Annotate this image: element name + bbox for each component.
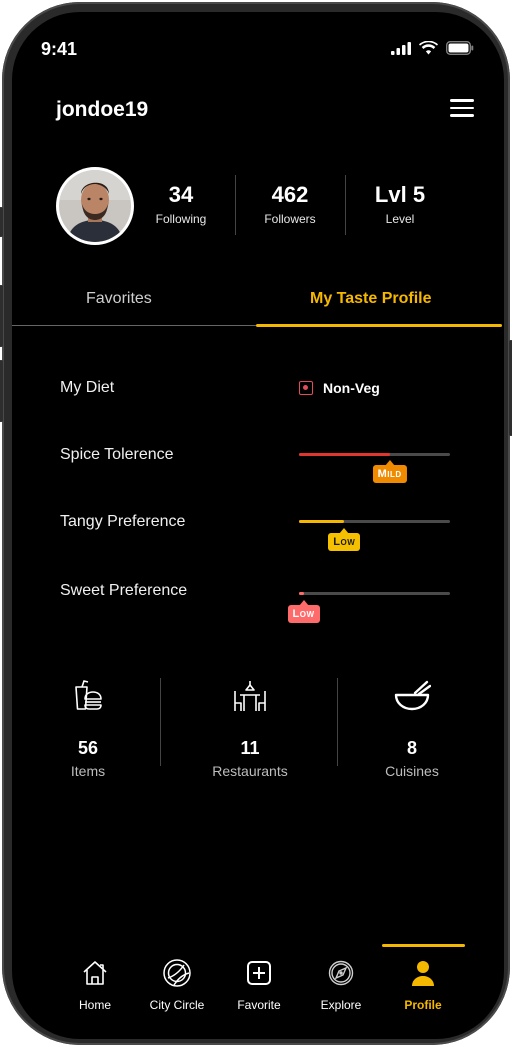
following-label: Following xyxy=(155,212,207,226)
nav-city-circle-label: City Circle xyxy=(149,998,205,1012)
nav-explore[interactable]: Explore xyxy=(301,956,381,1012)
tab-my-taste-profile[interactable]: My Taste Profile xyxy=(310,290,432,308)
stat-following[interactable]: 34 Following xyxy=(126,182,236,226)
restaurants-count: 11 xyxy=(240,738,260,758)
nav-home[interactable]: Home xyxy=(55,956,135,1012)
nav-active-indicator xyxy=(382,944,465,947)
status-time: 9:41 xyxy=(41,39,78,59)
status-icons xyxy=(391,41,474,55)
tangy-slider-fill xyxy=(299,520,345,523)
nav-city-circle[interactable]: City Circle xyxy=(137,956,217,1012)
items-label: Items xyxy=(70,763,106,779)
level-label: Level xyxy=(385,212,415,226)
tangy-level-text: Low xyxy=(333,536,356,548)
avatar[interactable] xyxy=(56,167,134,245)
sweet-level-badge: Low xyxy=(287,605,320,623)
cuisines-count: 8 xyxy=(406,738,417,758)
spice-level-badge: Mild xyxy=(372,465,407,483)
tangy-level-badge: Low xyxy=(328,533,361,551)
screen: 9:41 jondoe19 34 Following 462 Followers… xyxy=(12,12,504,1039)
username: jondoe19 xyxy=(56,98,149,121)
followers-count: 462 xyxy=(271,182,309,207)
items-count: 56 xyxy=(77,738,99,758)
avatar-photo xyxy=(59,170,131,242)
nav-home-label: Home xyxy=(78,998,111,1012)
diet-value[interactable]: Non-Veg xyxy=(299,380,380,396)
followers-label: Followers xyxy=(264,212,316,226)
plus-square-icon xyxy=(247,961,271,985)
non-veg-icon xyxy=(299,381,313,395)
wifi-icon xyxy=(419,41,438,55)
city-circle-icon xyxy=(163,959,191,987)
spice-level-text: Mild xyxy=(377,468,402,480)
bowl-icon xyxy=(394,680,431,711)
sweet-slider[interactable] xyxy=(299,592,450,595)
nav-favorite[interactable]: Favorite xyxy=(219,956,299,1012)
battery-icon xyxy=(446,41,474,55)
phone-frame: 9:41 jondoe19 34 Following 462 Followers… xyxy=(0,2,512,1045)
stat-followers[interactable]: 462 Followers xyxy=(235,182,345,226)
profile-icon xyxy=(412,961,434,986)
nav-favorite-label: Favorite xyxy=(237,998,281,1012)
hamburger-menu-icon[interactable] xyxy=(450,99,474,117)
compass-icon xyxy=(328,960,354,986)
tab-favorites[interactable]: Favorites xyxy=(86,290,152,308)
summary-items[interactable]: 56 Items xyxy=(13,678,163,779)
diet-label: My Diet xyxy=(60,379,115,396)
diet-value-text: Non-Veg xyxy=(323,380,380,396)
stat-level[interactable]: Lvl 5 Level xyxy=(345,182,455,226)
nav-profile[interactable]: Profile xyxy=(383,956,463,1012)
sweet-level-text: Low xyxy=(292,608,315,620)
fast-food-icon xyxy=(75,680,102,710)
tangy-label: Tangy Preference xyxy=(60,513,186,530)
level-value: Lvl 5 xyxy=(374,182,426,207)
following-count: 34 xyxy=(168,182,194,207)
nav-profile-label: Profile xyxy=(404,998,442,1012)
tangy-slider[interactable] xyxy=(299,520,450,523)
spice-slider[interactable] xyxy=(299,453,450,456)
sweet-label: Sweet Preference xyxy=(60,582,188,599)
summary-divider xyxy=(160,678,161,766)
signal-icon xyxy=(391,41,411,55)
sweet-slider-fill xyxy=(299,592,304,595)
summary-cuisines[interactable]: 8 Cuisines xyxy=(337,678,487,779)
home-icon xyxy=(83,961,107,985)
nav-explore-label: Explore xyxy=(320,998,362,1012)
summary-restaurants[interactable]: 11 Restaurants xyxy=(175,678,325,779)
restaurant-table-icon xyxy=(234,681,266,711)
tab-active-indicator xyxy=(256,324,502,327)
spice-slider-fill xyxy=(299,453,390,456)
tab-underline xyxy=(12,325,256,326)
cuisines-label: Cuisines xyxy=(385,763,439,779)
restaurants-label: Restaurants xyxy=(212,763,288,779)
spice-label: Spice Tolerence xyxy=(60,446,174,463)
